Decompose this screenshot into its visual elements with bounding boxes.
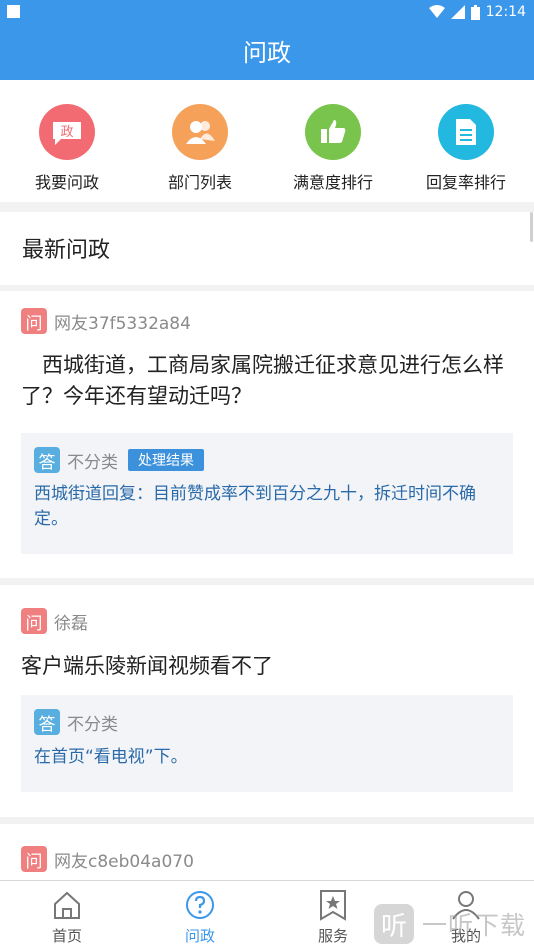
question-badge: 问 — [21, 846, 47, 872]
tab-label: 问政 — [184, 927, 215, 945]
status-time: 12:14 — [485, 4, 526, 20]
ask-icon-glyph: 政 — [60, 125, 73, 140]
category-label: 不分类 — [67, 714, 118, 735]
quick-action-ask[interactable]: 政 我要问政 — [7, 104, 127, 193]
section-header: 最新问政 — [0, 212, 534, 285]
question-circle-icon — [150, 887, 250, 923]
post-card[interactable]: 问 网友c8eb04a070 — [0, 824, 534, 880]
quick-action-satisfaction-rank[interactable]: 满意度排行 — [273, 104, 393, 193]
asker-row: 问 网友c8eb04a070 — [21, 846, 194, 872]
tab-label: 首页 — [51, 927, 82, 945]
question-badge: 问 — [21, 308, 47, 334]
people-icon — [172, 104, 228, 160]
section-title: 最新问政 — [22, 238, 111, 263]
thumbs-up-icon — [305, 104, 361, 160]
category-label: 不分类 — [67, 452, 118, 473]
quick-action-label: 满意度排行 — [292, 173, 373, 192]
status-bar: 12:14 — [0, 0, 534, 24]
signal-icon — [450, 5, 465, 19]
answer-meta-row: 答 不分类 — [34, 709, 118, 735]
tab-services[interactable]: 服务 — [283, 887, 383, 946]
quick-action-label: 我要问政 — [34, 173, 99, 192]
asker-name: 徐磊 — [54, 613, 88, 634]
post-card[interactable]: 问 网友37f5332a84 西城街道，工商局家属院搬迁征求意见进行怎么样了？今… — [0, 291, 534, 578]
tab-home[interactable]: 首页 — [17, 887, 117, 946]
question-text: 西城街道，工商局家属院搬迁征求意见进行怎么样了？今年还有望动迁吗？ — [21, 353, 504, 408]
app-bar: 问政 — [0, 24, 534, 80]
notification-icon — [7, 5, 20, 18]
asker-name: 网友c8eb04a070 — [54, 851, 194, 872]
quick-actions: 政 我要问政 部门列表 满意度排行 回复率排行 — [0, 80, 534, 202]
question-text: 客户端乐陵新闻视频看不了 — [21, 654, 273, 678]
answer-meta-row: 答 不分类 处理结果 — [34, 447, 204, 473]
quick-action-label: 部门列表 — [167, 173, 232, 192]
wifi-icon — [428, 5, 445, 18]
tab-wenzheng[interactable]: 问政 — [150, 887, 250, 946]
watermark-text: 一听下载 — [422, 911, 527, 940]
asker-row: 问 徐磊 — [21, 608, 88, 634]
answer-box: 答 不分类 在首页“看电视”下。 — [21, 695, 513, 792]
question-badge: 问 — [21, 608, 47, 634]
answer-badge: 答 — [34, 709, 60, 735]
answer-text: 西城街道回复：目前赞成率不到百分之九十，拆迁时间不确定。 — [34, 484, 476, 529]
answer-text: 在首页“看电视”下。 — [34, 747, 188, 767]
quick-action-reply-rate-rank[interactable]: 回复率排行 — [406, 104, 526, 193]
status-badge: 处理结果 — [128, 449, 204, 471]
asker-row: 问 网友37f5332a84 — [21, 308, 191, 334]
watermark: 听 一听下载 — [374, 904, 526, 944]
post-card[interactable]: 问 徐磊 客户端乐陵新闻视频看不了 答 不分类 在首页“看电视”下。 — [0, 585, 534, 817]
asker-name: 网友37f5332a84 — [54, 313, 191, 334]
scrollbar[interactable] — [530, 212, 533, 242]
ask-icon: 政 — [39, 104, 95, 160]
answer-badge: 答 — [34, 447, 60, 473]
quick-action-label: 回复率排行 — [425, 173, 506, 192]
page-title: 问政 — [243, 39, 291, 67]
quick-action-departments[interactable]: 部门列表 — [140, 104, 260, 193]
star-bookmark-icon — [283, 887, 383, 923]
document-icon — [438, 104, 494, 160]
tab-label: 服务 — [317, 927, 348, 945]
answer-box: 答 不分类 处理结果 西城街道回复：目前赞成率不到百分之九十，拆迁时间不确定。 — [21, 433, 513, 554]
battery-icon — [470, 4, 480, 20]
watermark-logo: 听 — [374, 904, 414, 944]
home-icon — [17, 887, 117, 923]
status-icons: 12:14 — [428, 2, 526, 22]
